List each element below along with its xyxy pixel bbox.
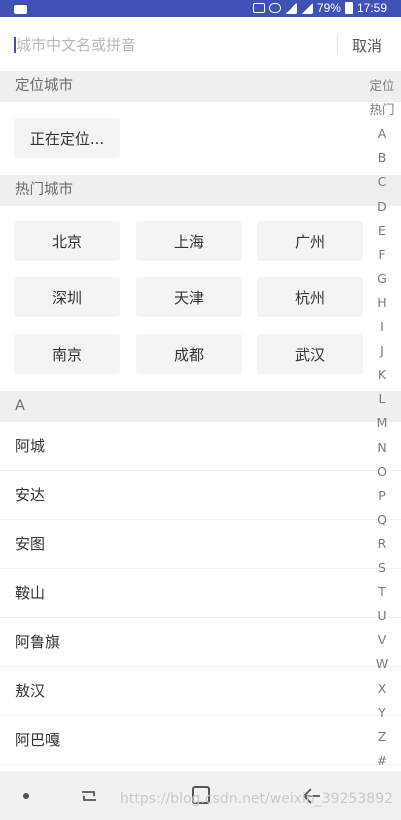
section-header-a: A (0, 391, 401, 422)
index-letter[interactable]: I (365, 315, 399, 339)
index-letter[interactable]: P (365, 484, 399, 508)
camera-notification-icon (14, 3, 27, 17)
section-header-location: 定位城市 (0, 71, 401, 102)
locating-button[interactable]: 正在定位... (14, 118, 120, 158)
index-letter[interactable]: Z (365, 725, 399, 749)
city-list-item[interactable]: 阿城 (0, 422, 401, 471)
index-letter[interactable]: H (365, 291, 399, 315)
city-list-item[interactable]: 安达 (0, 471, 401, 520)
hot-city-chip[interactable]: 成都 (136, 334, 242, 374)
index-letter[interactable]: L (365, 387, 399, 411)
navigation-bar: https://blog.csdn.net/weixin_39253892 (0, 771, 401, 820)
search-divider (337, 35, 338, 55)
index-letter[interactable]: 热门 (365, 98, 399, 122)
index-letter[interactable]: J (365, 339, 399, 363)
cancel-button[interactable]: 取消 (352, 35, 382, 56)
status-bar-right: 79% 17:59 (252, 1, 387, 15)
index-letter[interactable]: B (365, 146, 399, 170)
index-letter[interactable]: A (365, 122, 399, 146)
index-letter[interactable]: K (365, 363, 399, 387)
alarm-icon (268, 3, 281, 13)
index-letter[interactable]: V (365, 628, 399, 652)
battery-percent: 79% (316, 1, 341, 15)
hot-city-chip[interactable]: 北京 (14, 221, 120, 261)
index-letter[interactable]: D (365, 195, 399, 219)
hot-city-chip[interactable]: 杭州 (257, 277, 363, 317)
hot-city-chip[interactable]: 深圳 (14, 277, 120, 317)
hot-city-chip[interactable]: 广州 (257, 221, 363, 261)
hot-city-chip[interactable]: 上海 (136, 221, 242, 261)
city-list-item[interactable]: 鞍山 (0, 569, 401, 618)
index-letter[interactable]: O (365, 460, 399, 484)
battery-icon (344, 2, 353, 14)
index-letter[interactable]: C (365, 170, 399, 194)
index-letter[interactable]: T (365, 580, 399, 604)
search-bar: 取消 (0, 17, 401, 71)
index-letter[interactable]: F (365, 243, 399, 267)
nav-dot-icon[interactable] (23, 793, 29, 799)
index-letter[interactable]: 定位 (365, 74, 399, 98)
index-letter[interactable]: X (365, 677, 399, 701)
hot-city-chip[interactable]: 南京 (14, 334, 120, 374)
city-list-item[interactable]: 敖汉 (0, 667, 401, 716)
index-letter[interactable]: E (365, 219, 399, 243)
index-letter[interactable]: Q (365, 508, 399, 532)
signal-icon (300, 2, 313, 14)
index-letter[interactable]: N (365, 436, 399, 460)
index-letter[interactable]: R (365, 532, 399, 556)
index-letter[interactable]: G (365, 267, 399, 291)
cast-icon (252, 3, 265, 13)
status-bar: 79% 17:59 (0, 0, 401, 17)
watermark: https://blog.csdn.net/weixin_39253892 (120, 791, 394, 807)
index-letter[interactable]: M (365, 411, 399, 435)
section-header-hot: 热门城市 (0, 175, 401, 206)
city-list-item[interactable]: 安图 (0, 520, 401, 569)
hot-city-chip[interactable]: 天津 (136, 277, 242, 317)
index-letter[interactable]: U (365, 604, 399, 628)
index-letter[interactable]: # (365, 749, 399, 773)
city-list-item[interactable]: 阿鲁旗 (0, 618, 401, 667)
status-time: 17:59 (356, 1, 387, 15)
wifi-icon (284, 2, 297, 14)
search-input[interactable] (16, 31, 316, 59)
hot-city-chip[interactable]: 武汉 (257, 334, 363, 374)
index-letter[interactable]: Y (365, 701, 399, 725)
index-letter[interactable]: S (365, 556, 399, 580)
recent-apps-icon[interactable] (80, 787, 98, 805)
city-list-item[interactable]: 阿巴嘎 (0, 716, 401, 765)
index-letter[interactable]: W (365, 652, 399, 676)
